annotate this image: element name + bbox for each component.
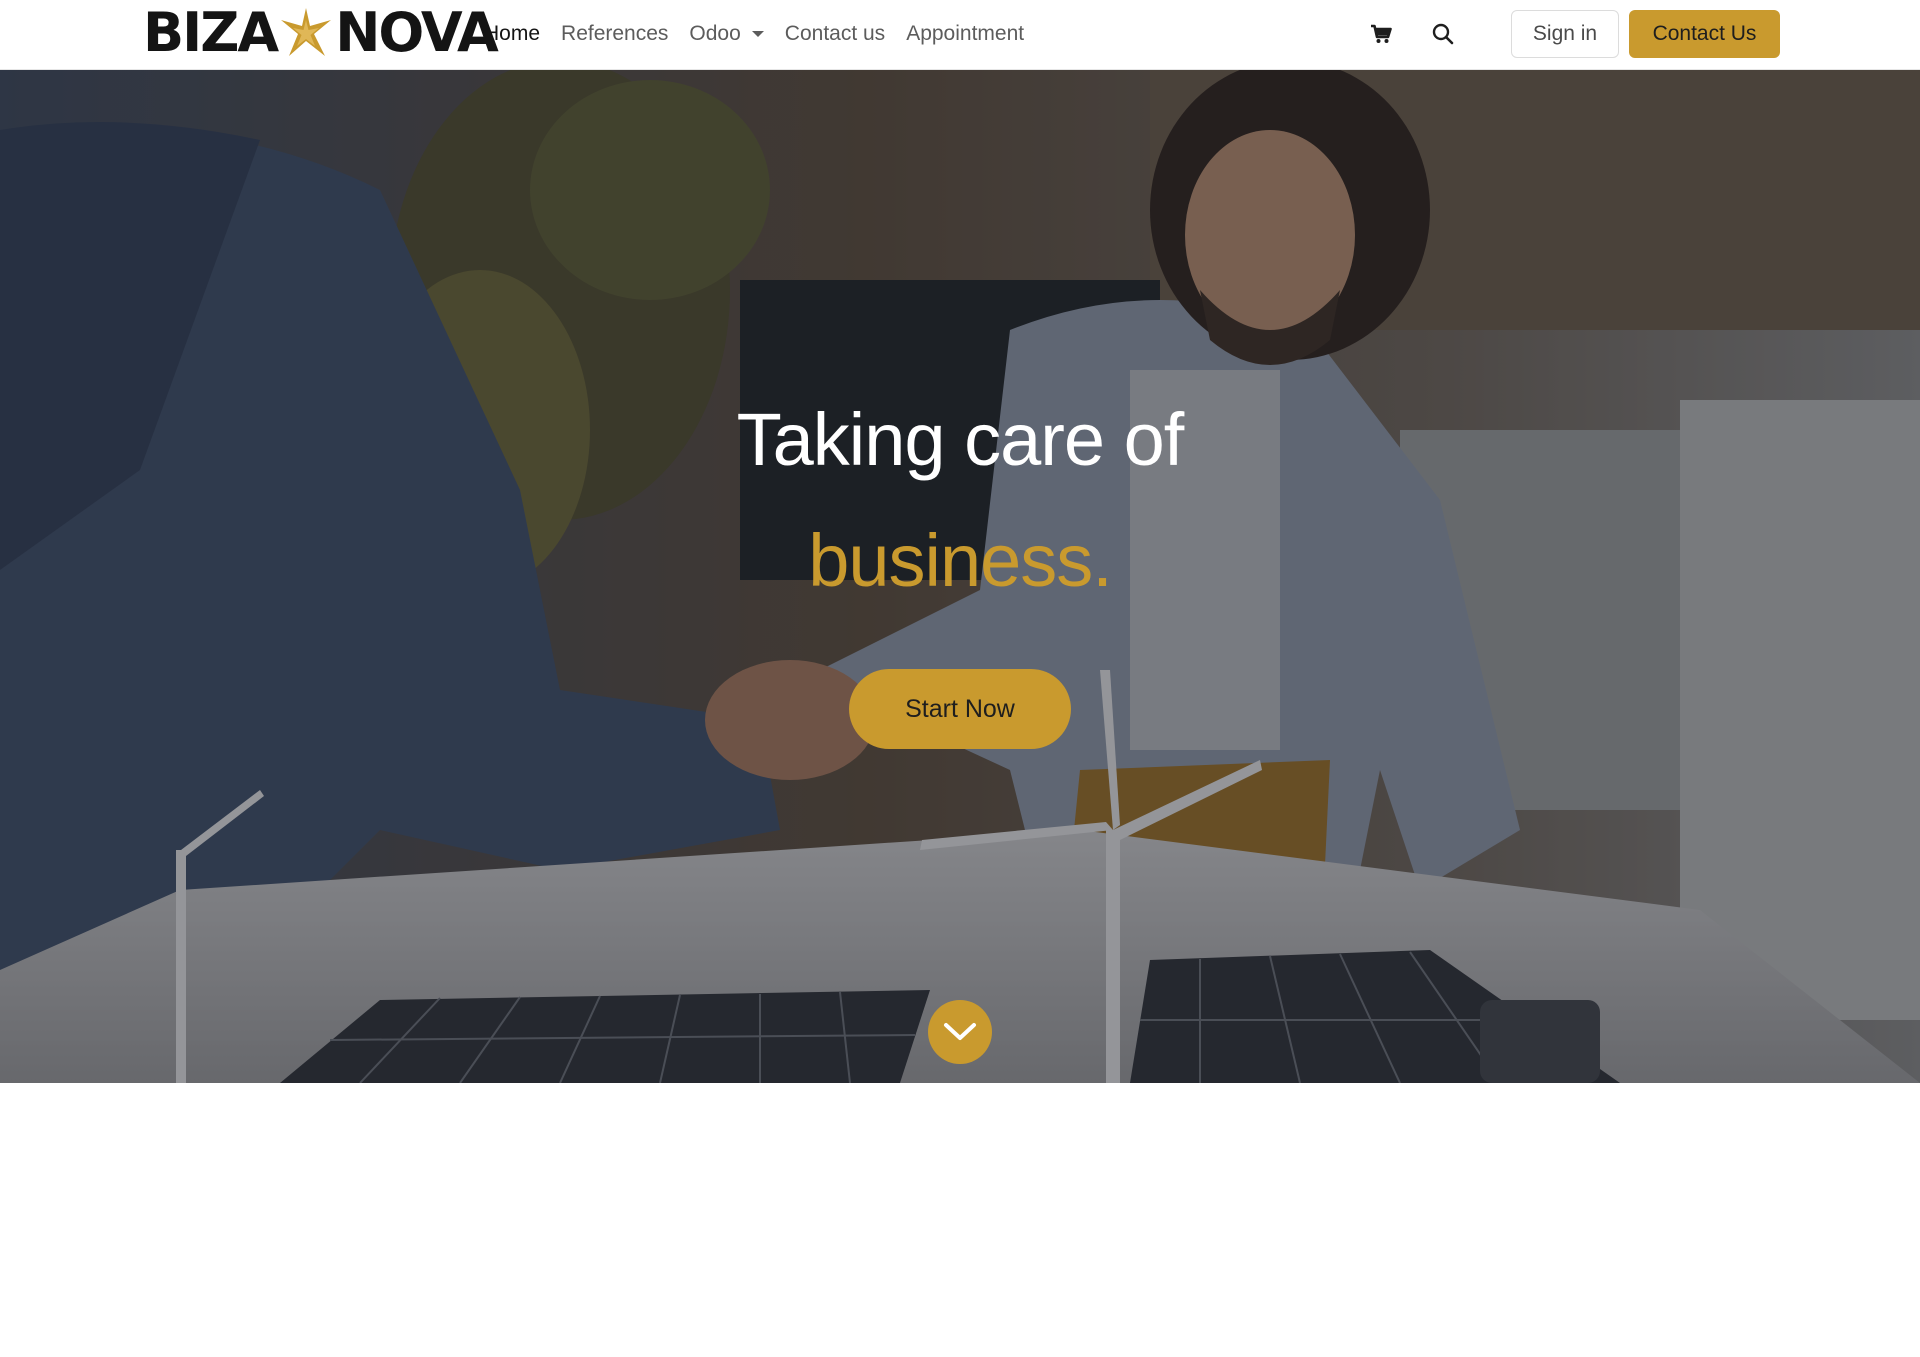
- start-now-button[interactable]: Start Now: [849, 669, 1071, 749]
- site-header: BIZA NOVA Home References Odoo Contact u…: [0, 0, 1920, 70]
- chevron-down-icon: [944, 1023, 976, 1040]
- nav-item-home[interactable]: Home: [484, 22, 540, 46]
- brand-logo[interactable]: BIZA NOVA: [143, 1, 499, 64]
- nav-item-contact[interactable]: Contact us: [785, 22, 885, 46]
- nav-item-appointment[interactable]: Appointment: [906, 22, 1024, 46]
- hero-title-line2: business.: [808, 519, 1113, 602]
- scroll-down-button[interactable]: [928, 1000, 992, 1064]
- contact-us-button[interactable]: Contact Us: [1629, 10, 1780, 58]
- nav-item-odoo-label: Odoo: [689, 22, 741, 45]
- star-icon: [279, 6, 333, 60]
- main-nav: Home References Odoo Contact us Appointm…: [484, 0, 1045, 68]
- search-icon: [1432, 23, 1454, 45]
- hero-title-line1: Taking care of: [736, 398, 1185, 481]
- nav-item-references[interactable]: References: [561, 22, 668, 46]
- hero-section: Taking care of business. Start Now: [0, 70, 1920, 1083]
- logo-text-left: BIZA: [143, 1, 279, 64]
- shopping-cart-icon: [1371, 24, 1392, 43]
- content-area-blank: [0, 1083, 1920, 1357]
- cart-button[interactable]: [1365, 18, 1397, 50]
- logo-text-right: NOVA: [335, 1, 499, 64]
- nav-item-odoo[interactable]: Odoo: [689, 22, 764, 46]
- caret-down-icon: [751, 31, 764, 37]
- sign-in-button[interactable]: Sign in: [1511, 10, 1619, 58]
- search-button[interactable]: [1427, 18, 1459, 50]
